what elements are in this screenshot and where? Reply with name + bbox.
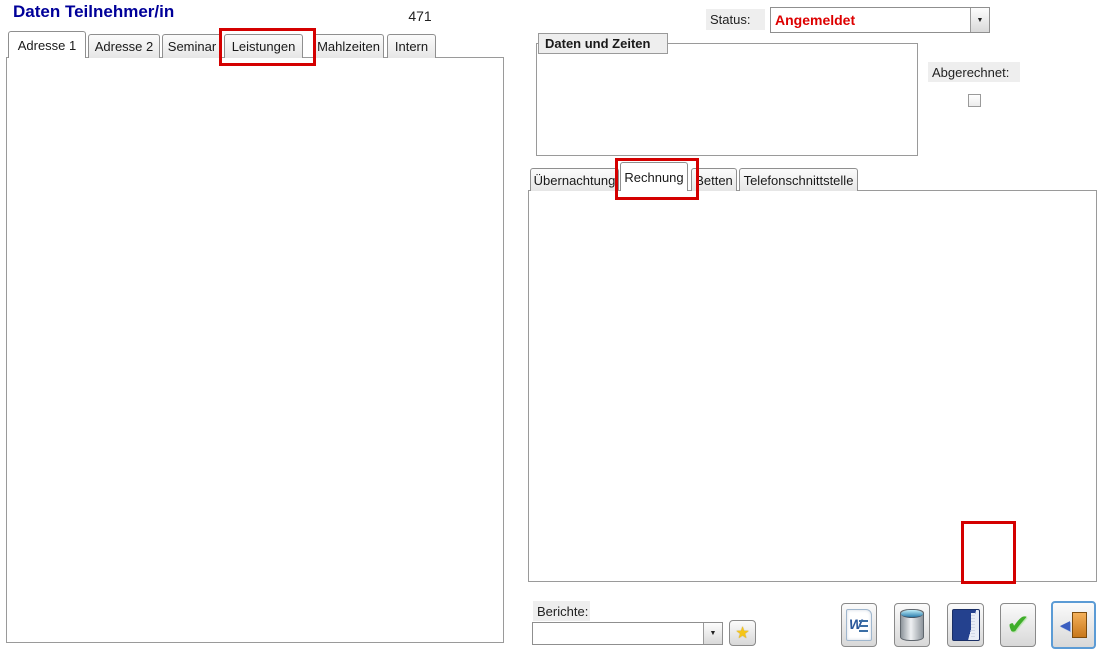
tab-label: Mahlzeiten: [317, 39, 380, 54]
tab-label: Rechnung: [624, 170, 683, 185]
status-value: Angemeldet: [771, 12, 970, 28]
tab-label: Leistungen: [232, 39, 296, 54]
exit-button[interactable]: ◄: [1051, 601, 1096, 649]
dates-groupbox-title: Daten und Zeiten: [538, 33, 668, 54]
word-icon: W: [846, 609, 872, 641]
tab-label: Adresse 1: [18, 38, 77, 53]
tab-telefonschnittstelle[interactable]: Telefonschnittstelle: [739, 168, 858, 191]
berichte-label: Berichte:: [533, 601, 590, 621]
tab-uebernachtung[interactable]: Übernachtung: [530, 168, 619, 191]
dates-groupbox: [536, 43, 918, 156]
berichte-favorite-button[interactable]: ★: [729, 620, 756, 646]
dropdown-arrow-icon[interactable]: ▼: [703, 623, 722, 644]
tab-rechnung[interactable]: Rechnung: [620, 162, 688, 191]
tab-adresse-1[interactable]: Adresse 1: [8, 31, 86, 58]
status-select[interactable]: Angemeldet ▼: [770, 7, 990, 33]
tab-leistungen[interactable]: Leistungen: [224, 34, 303, 58]
journal-button[interactable]: [947, 603, 984, 647]
status-label: Status:: [706, 9, 765, 30]
rechnung-panel: [528, 190, 1097, 582]
check-icon: ✔: [1006, 611, 1029, 639]
abgerechnet-checkbox[interactable]: [968, 94, 981, 107]
address-panel: [6, 57, 504, 643]
abgerechnet-label: Abgerechnet:: [928, 62, 1020, 82]
tab-label: Seminar: [168, 39, 216, 54]
record-number: 471: [398, 8, 442, 24]
exit-door-icon: ◄: [1059, 610, 1089, 640]
book-icon: [952, 609, 980, 641]
tab-intern[interactable]: Intern: [387, 34, 436, 58]
tab-label: Übernachtung: [534, 173, 616, 188]
database-icon: [900, 609, 924, 641]
berichte-select[interactable]: ▼: [532, 622, 723, 645]
tab-seminar[interactable]: Seminar: [162, 34, 222, 58]
dropdown-arrow-icon[interactable]: ▼: [970, 8, 989, 32]
database-button[interactable]: [894, 603, 930, 647]
tab-label: Intern: [395, 39, 428, 54]
favorite-star-icon: ★: [735, 623, 749, 643]
tab-label: Telefonschnittstelle: [744, 173, 854, 188]
tab-label: Adresse 2: [95, 39, 154, 54]
word-export-button[interactable]: W: [841, 603, 877, 647]
tab-betten[interactable]: Betten: [691, 168, 737, 191]
tab-label: Betten: [695, 173, 733, 188]
page-title: Daten Teilnehmer/in: [13, 2, 174, 22]
participant-window: Daten Teilnehmer/in 471 Adresse 1 Adress…: [0, 0, 1103, 656]
tab-adresse-2[interactable]: Adresse 2: [88, 34, 160, 58]
confirm-button[interactable]: ✔: [1000, 603, 1036, 647]
tab-mahlzeiten[interactable]: Mahlzeiten: [313, 34, 384, 58]
